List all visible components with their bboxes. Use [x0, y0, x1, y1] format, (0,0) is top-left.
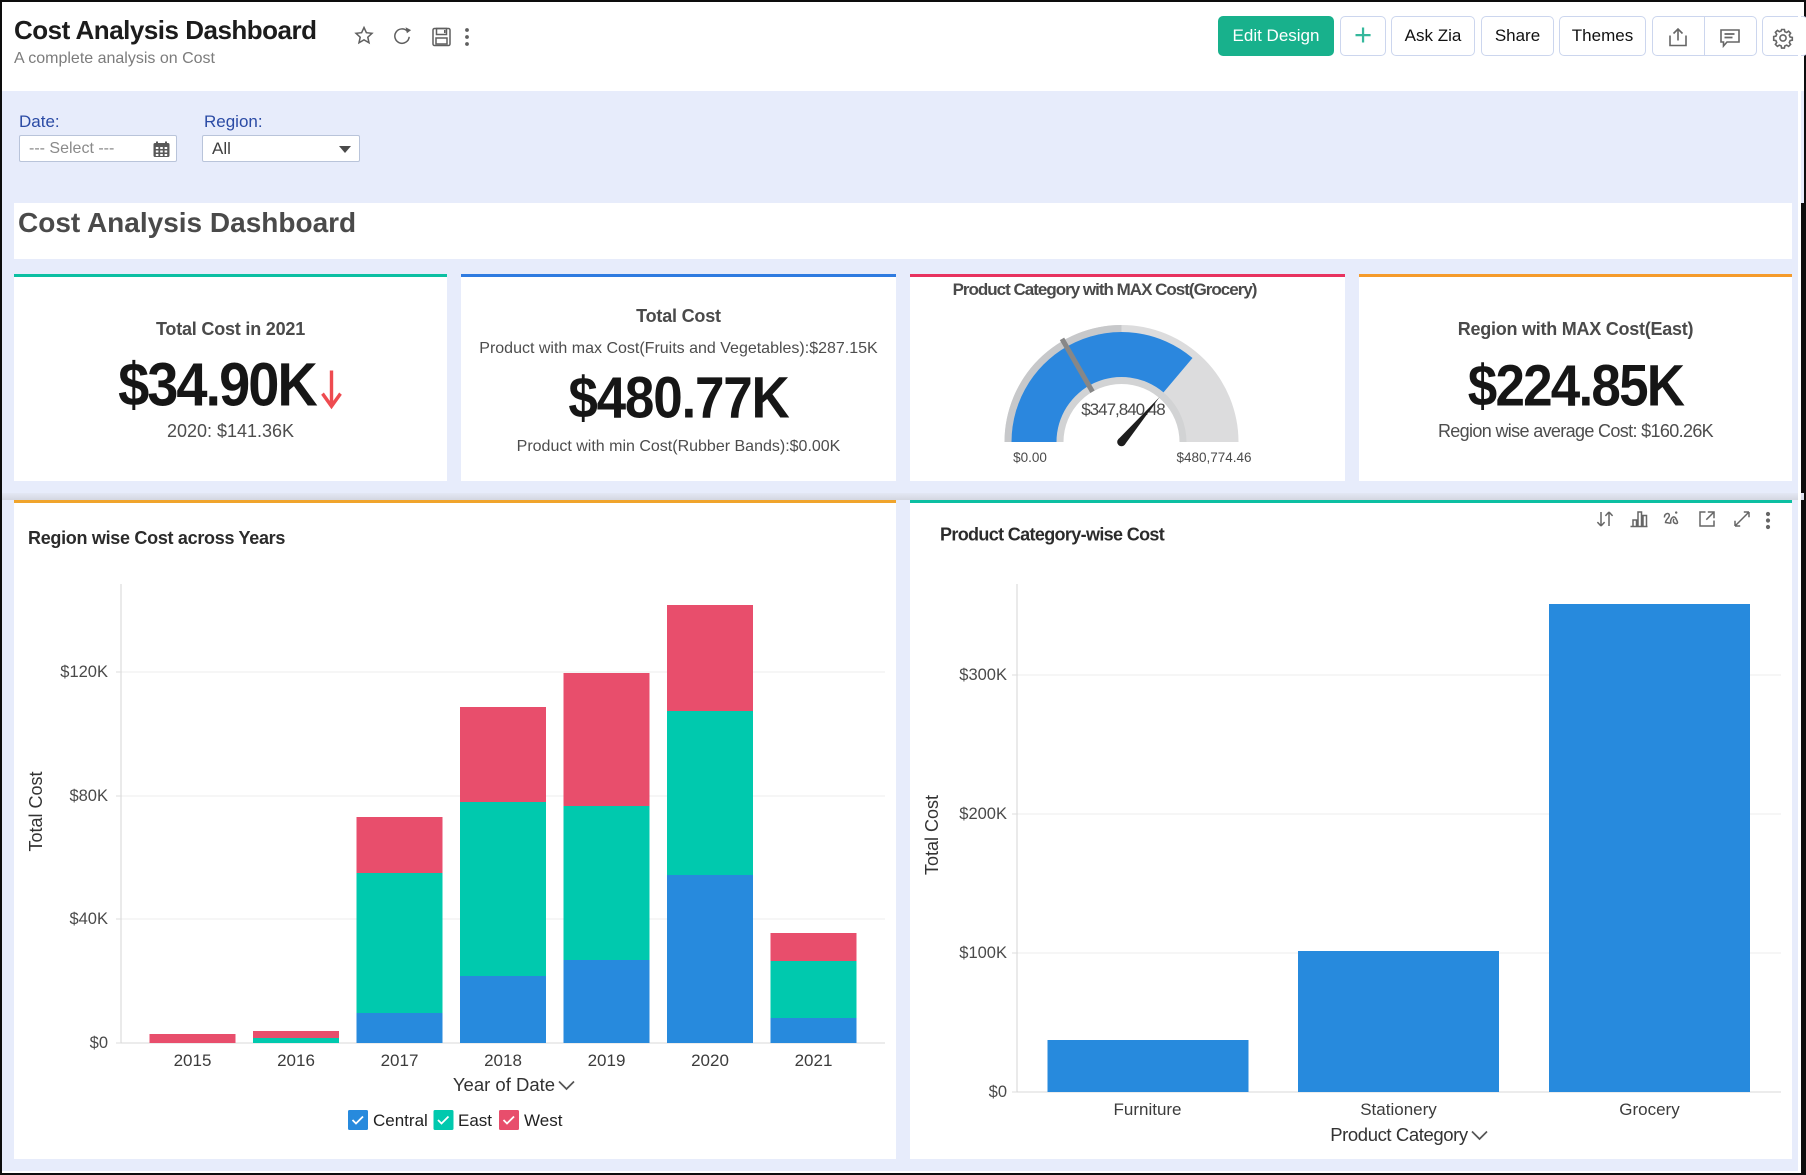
- svg-text:Total Cost: Total Cost: [26, 771, 46, 851]
- svg-text:$300K: $300K: [959, 666, 1007, 684]
- svg-text:Grocery: Grocery: [1619, 1100, 1680, 1119]
- svg-text:$0: $0: [90, 1034, 108, 1052]
- svg-text:2019: 2019: [588, 1051, 626, 1070]
- svg-text:Product Category: Product Category: [1330, 1124, 1469, 1145]
- svg-text:$480,774.46: $480,774.46: [1176, 450, 1251, 465]
- svg-text:$200K: $200K: [959, 805, 1007, 823]
- svg-text:Total Cost: Total Cost: [922, 795, 942, 875]
- svg-text:Region wise Cost across Years: Region wise Cost across Years: [28, 528, 285, 548]
- svg-text:2021: 2021: [795, 1051, 833, 1070]
- svg-text:$0.00: $0.00: [1013, 450, 1047, 465]
- svg-text:2018: 2018: [484, 1051, 522, 1070]
- svg-text:2017: 2017: [381, 1051, 419, 1070]
- svg-text:2015: 2015: [174, 1051, 212, 1070]
- svg-text:Stationery: Stationery: [1360, 1100, 1437, 1119]
- svg-text:$40K: $40K: [69, 910, 108, 928]
- svg-text:$120K: $120K: [60, 663, 108, 681]
- svg-text:Product Category-wise Cost: Product Category-wise Cost: [940, 525, 1165, 545]
- svg-text:Central: Central: [373, 1111, 428, 1130]
- svg-text:$100K: $100K: [959, 944, 1007, 962]
- svg-text:East: East: [458, 1111, 492, 1130]
- svg-text:Year of Date: Year of Date: [453, 1074, 555, 1095]
- svg-text:2020: 2020: [691, 1051, 729, 1070]
- svg-text:$347,840.48: $347,840.48: [1081, 400, 1165, 419]
- svg-text:Furniture: Furniture: [1113, 1100, 1181, 1119]
- svg-text:$0: $0: [989, 1083, 1007, 1101]
- svg-text:West: West: [524, 1111, 563, 1130]
- svg-text:2016: 2016: [277, 1051, 315, 1070]
- svg-text:$80K: $80K: [69, 787, 108, 805]
